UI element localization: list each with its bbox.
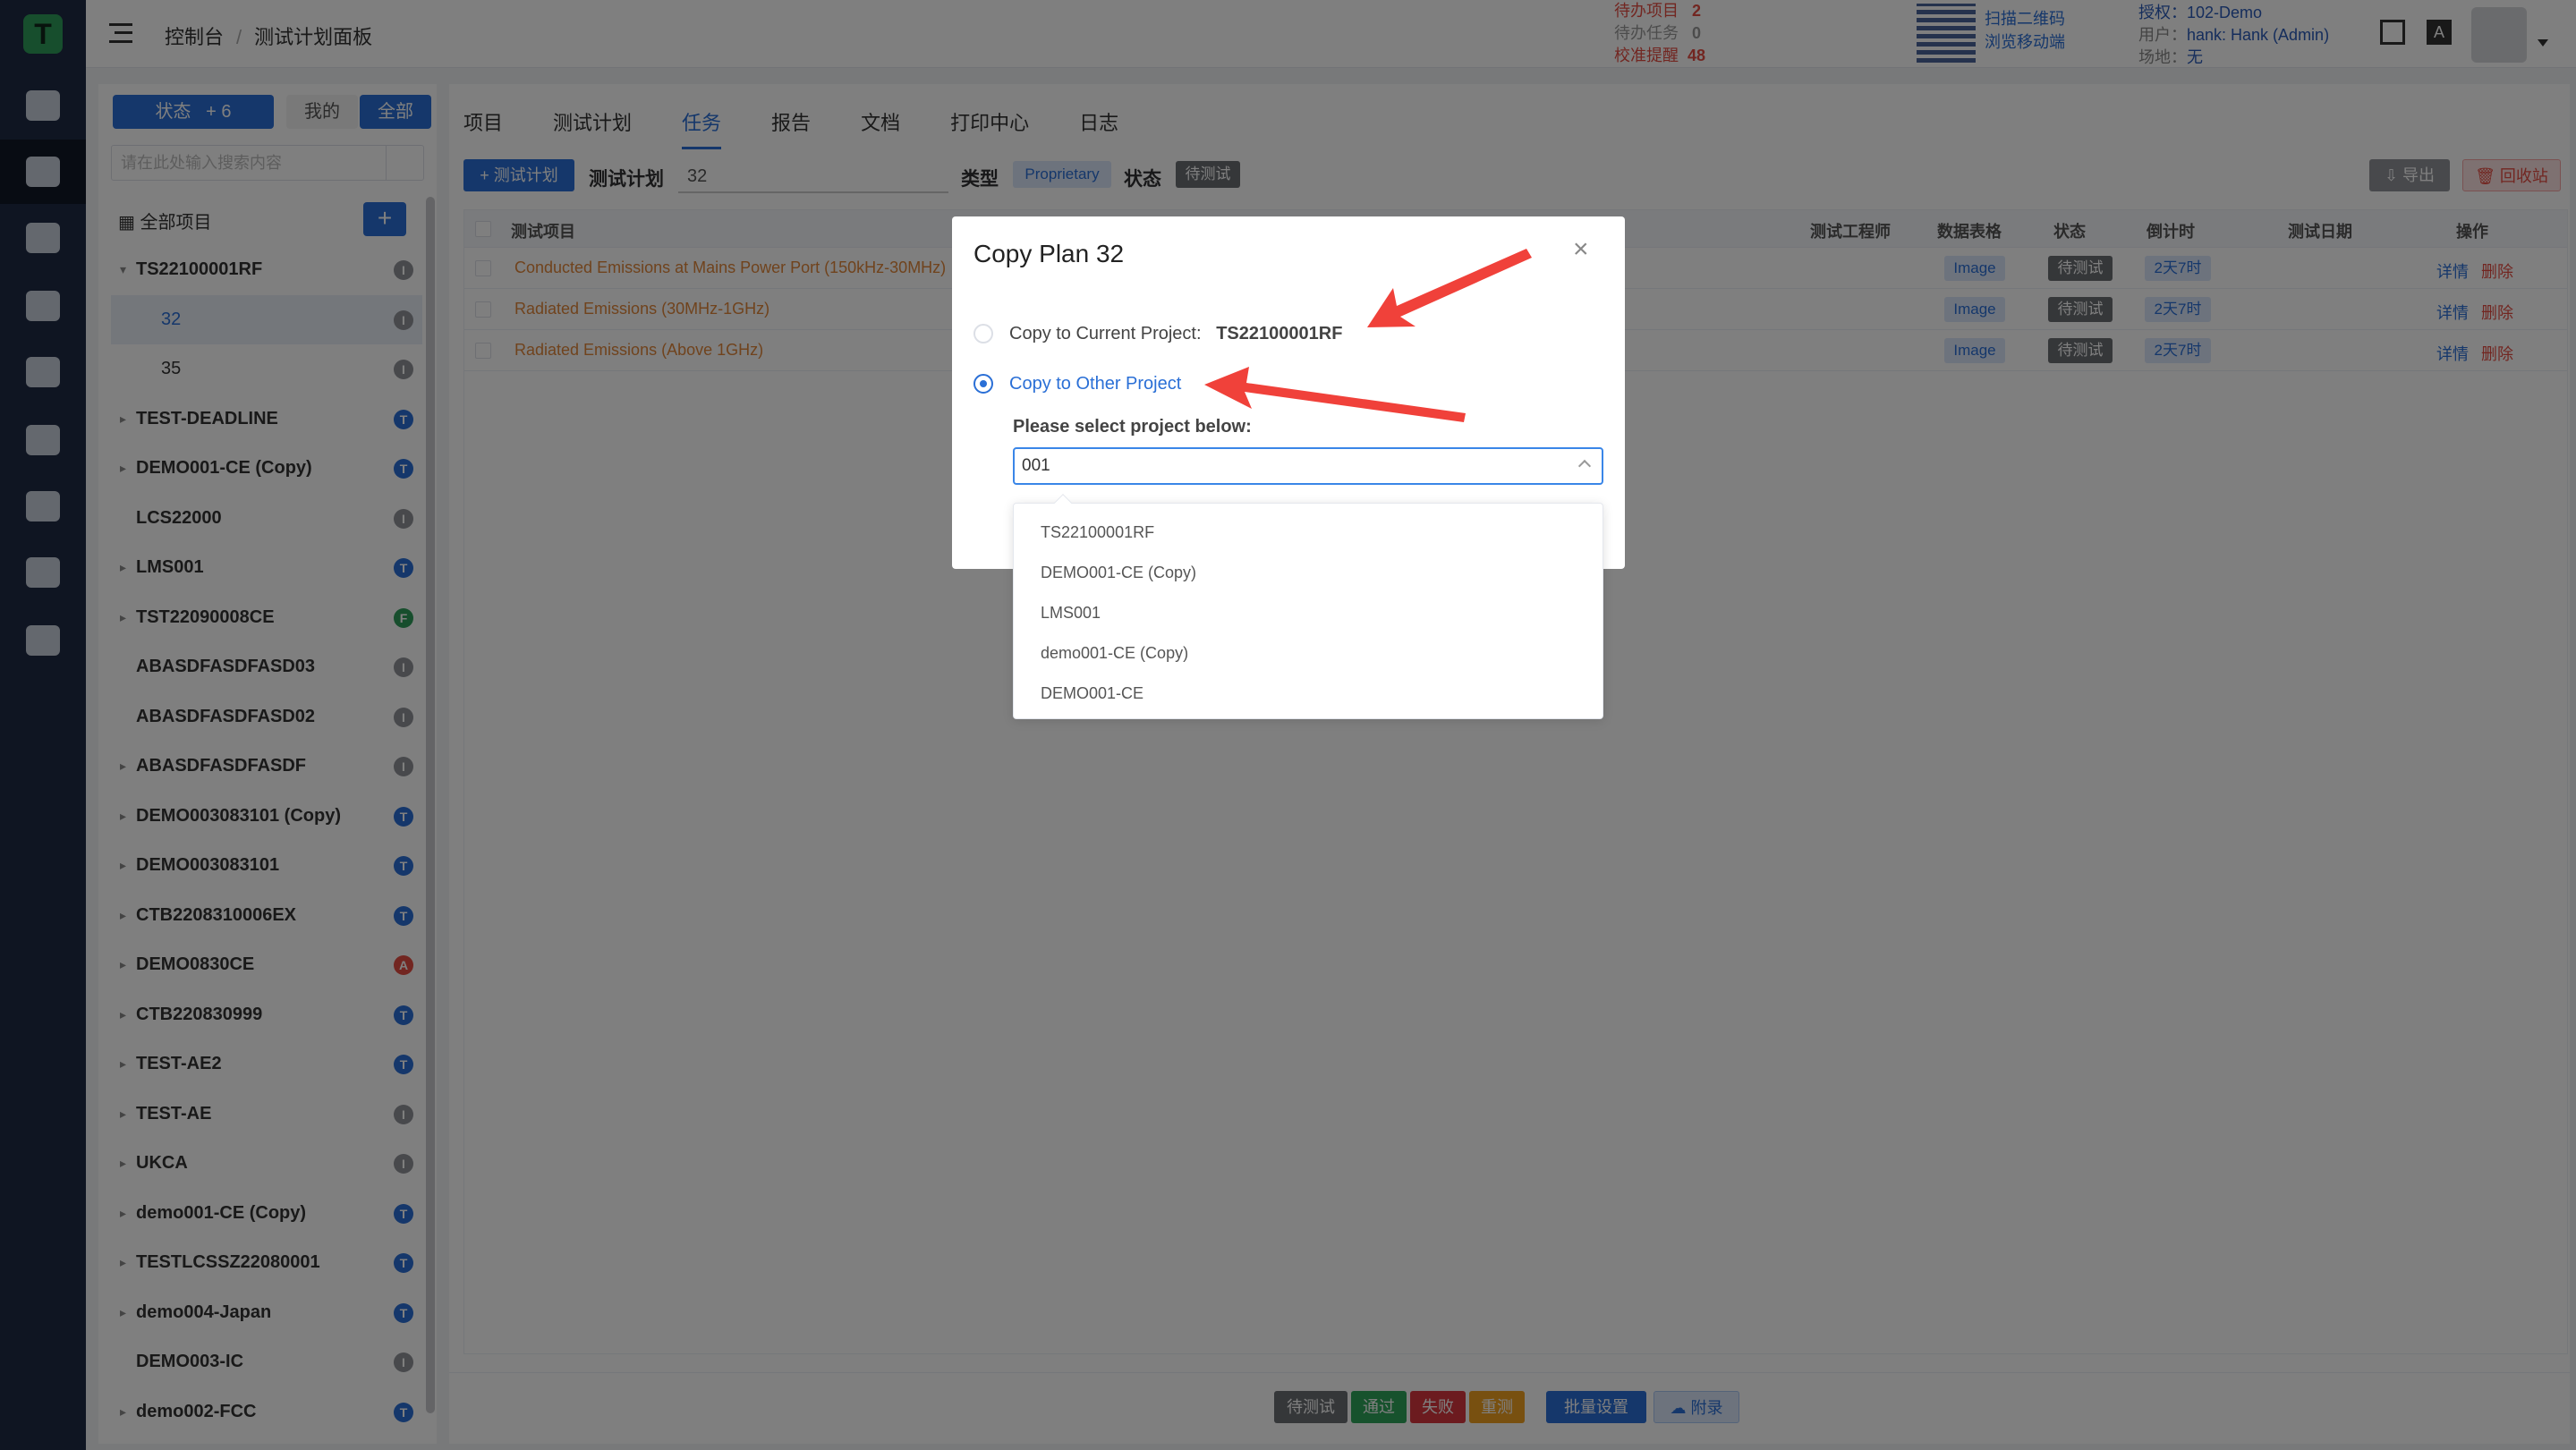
close-icon[interactable]: × (1573, 234, 1589, 265)
dropdown-option[interactable]: DEMO001-CE (Copy) (1014, 553, 1603, 593)
dropdown-option[interactable]: TS22100001RF (1014, 513, 1603, 553)
dropdown-option[interactable]: demo001-CE (Copy) (1014, 633, 1603, 674)
radio-current-project[interactable] (973, 324, 993, 343)
project-dropdown: TS22100001RF DEMO001-CE (Copy) LMS001 de… (1013, 494, 1603, 719)
current-project-option[interactable]: Copy to Current Project: TS22100001RF (1009, 324, 1342, 344)
project-select-input[interactable]: 001 (1013, 447, 1603, 485)
radio-other-project[interactable] (973, 374, 993, 394)
other-project-option[interactable]: Copy to Other Project (1009, 374, 1181, 394)
chevron-up-icon[interactable] (1577, 459, 1592, 473)
select-project-label: Please select project below: (1013, 417, 1252, 437)
dropdown-option[interactable]: DEMO001-CE (1014, 674, 1603, 714)
dialog-title: Copy Plan 32 (973, 240, 1125, 267)
dropdown-option[interactable]: LMS001 (1014, 593, 1603, 633)
